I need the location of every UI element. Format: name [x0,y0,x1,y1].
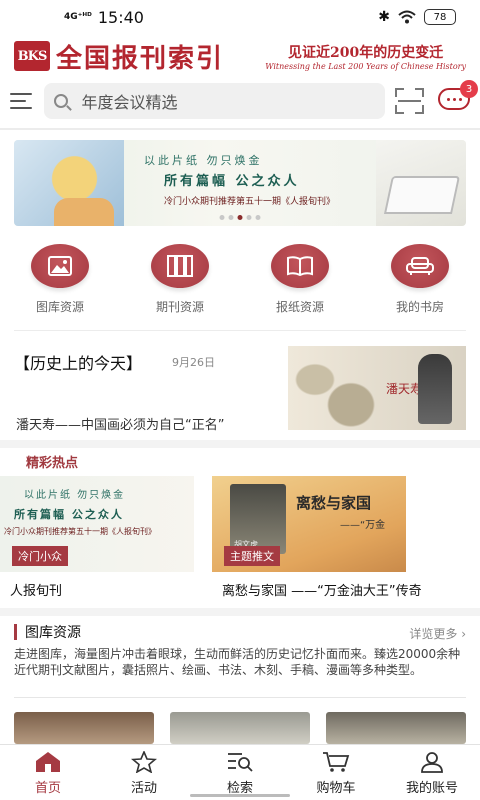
today-date: 9月26日 [172,356,215,369]
bks-logo: BKS [14,41,50,71]
wifi-icon [398,10,416,24]
star-icon [131,751,157,773]
user-icon [421,752,443,773]
hot-image-subheading: ——“万金 [340,520,386,531]
banner-illustration-left [14,140,124,226]
hot-item-card[interactable]: 以此片纸 勿只焕金 所有篇幅 公之众人 冷门小众期刊推荐第五十一期《人报旬刊》 … [0,476,194,604]
hot-item-caption: 离愁与家国 ——“万金油大王”传奇 [222,584,422,599]
banner-line1: 以此片纸 勿只焕金 [144,154,263,167]
message-icon[interactable]: 3 [438,80,478,114]
nav-label: 我的账号 [405,781,458,796]
books-icon [151,244,209,288]
category-label: 我的书房 [395,300,444,314]
library-thumbnail[interactable] [326,712,466,744]
hot-image-line2: 所有篇幅 公之众人 [14,508,124,521]
hot-item-tag: 主题推文 [224,546,280,566]
carousel-dot[interactable] [255,215,261,220]
menu-icon[interactable] [10,93,32,109]
hot-item-image: 胡文虎 离愁与家国 ——“万金 主题推文 [212,476,406,572]
bottom-nav: 首页 活动 检索 购物车 我的账号 [0,744,480,800]
nav-cart[interactable]: 购物车 [288,745,384,800]
banner-line2: 所有篇幅 公之众人 [164,174,300,189]
search-icon [53,94,68,108]
carousel-dot-active[interactable] [237,215,243,220]
nav-label: 活动 [130,781,157,796]
carousel-dots [219,215,261,220]
status-icons: ✱ 78 [378,9,456,25]
app-header: BKS 全国报刊索引 见证近200年的历史变迁 Witnessing the L… [0,34,480,78]
slogan-sub: Witnessing the Last 200 Years of Chinese… [265,61,466,71]
view-more-link[interactable]: 详览更多 › [409,625,466,642]
category-label: 期刊资源 [155,300,204,314]
nav-label: 首页 [34,781,61,796]
nav-activities[interactable]: 活动 [96,745,192,800]
hot-item-caption: 人报旬刊 [10,584,63,599]
library-description: 走进图库，海量图片冲击着眼球，生动而鲜活的历史记忆扑面而来。臻选20000余种近… [14,647,461,677]
today-headline: 潘天寿——中国画必须为自己“正名” [16,418,225,433]
library-thumbnail[interactable] [170,712,310,744]
thumb-name: 潘天寿 [386,382,423,396]
category-image-library[interactable]: 图库资源 [0,244,120,315]
network-indicator: 4G⁺ᴴᴰ [64,11,92,22]
section-gap [0,440,480,448]
category-shortcuts: 图库资源 期刊资源 报纸资源 我的书房 [0,244,480,315]
hot-item-image: 以此片纸 勿只焕金 所有篇幅 公之众人 冷门小众期刊推荐第五十一期《人报旬刊》 … [0,476,194,572]
slogan: 见证近200年的历史变迁 Witnessing the Last 200 Yea… [265,42,466,71]
gesture-bar [190,794,290,797]
hot-item-tag: 冷门小众 [12,546,68,566]
home-icon [36,752,60,772]
search-row: 年度会议精选 3 [0,80,480,120]
library-thumbnail[interactable] [14,712,154,744]
nav-home[interactable]: 首页 [0,745,96,800]
message-badge: 3 [460,80,478,98]
library-thumbnails [14,712,466,744]
open-book-icon [271,244,329,288]
image-icon [31,244,89,288]
category-label: 图库资源 [35,300,84,314]
cart-icon [323,752,350,772]
search-placeholder: 年度会议精选 [81,93,178,112]
section-divider [14,330,466,331]
sofa-icon [391,244,449,288]
hot-image-line3: 冷门小众期刊推荐第五十一期《人报旬刊》 [4,527,156,536]
search-input[interactable]: 年度会议精选 [43,83,385,119]
nav-label: 购物车 [316,781,356,796]
today-in-history-card[interactable]: 【历史上的今天】 9月26日 潘天寿——中国画必须为自己“正名” 潘天寿 [14,346,466,434]
carousel-dot[interactable] [228,215,234,220]
carousel-dot[interactable] [246,215,252,220]
section-gap [0,608,480,616]
app-title: 全国报刊索引 [56,43,225,74]
today-thumbnail: 潘天寿 [288,346,466,430]
library-section-title: 图库资源 [14,622,81,642]
slogan-main: 见证近200年的历史变迁 [288,44,444,61]
banner-illustration-right [376,140,466,226]
portrait-photo: 胡文虎 [230,484,286,554]
painting-thumbnail [288,346,378,430]
nav-account[interactable]: 我的账号 [384,745,480,800]
category-label: 报纸资源 [275,300,324,314]
today-title: 【历史上的今天】 [14,354,143,373]
library-divider [14,697,466,698]
search-list-icon [228,753,253,772]
nav-search[interactable]: 检索 [192,745,288,800]
bluetooth-icon: ✱ [378,9,390,25]
hot-section-title: 精彩热点 [26,456,79,471]
status-time: 15:40 [97,7,144,27]
banner-line3: 冷门小众期刊推荐第五十一期《人报旬刊》 [164,197,336,207]
category-my-study[interactable]: 我的书房 [360,244,480,315]
library-title: 图库资源 [25,625,81,641]
portrait-thumbnail [418,354,452,424]
hot-image-heading: 离愁与家国 [296,494,372,512]
title-accent-bar [14,624,17,640]
hot-image-line1: 以此片纸 勿只焕金 [24,490,126,501]
category-newspapers[interactable]: 报纸资源 [240,244,360,315]
status-bar: 4G⁺ᴴᴰ 15:40 ✱ 78 [0,0,480,34]
category-journals[interactable]: 期刊资源 [120,244,240,315]
scan-icon[interactable] [394,88,424,114]
carousel-dot[interactable] [219,215,225,220]
header-divider [0,128,480,130]
banner-carousel[interactable]: 以此片纸 勿只焕金 所有篇幅 公之众人 冷门小众期刊推荐第五十一期《人报旬刊》 [14,140,466,226]
hot-item-card[interactable]: 胡文虎 离愁与家国 ——“万金 主题推文 离愁与家国 ——“万金油大王”传奇 [212,476,480,604]
battery-indicator: 78 [424,9,456,25]
